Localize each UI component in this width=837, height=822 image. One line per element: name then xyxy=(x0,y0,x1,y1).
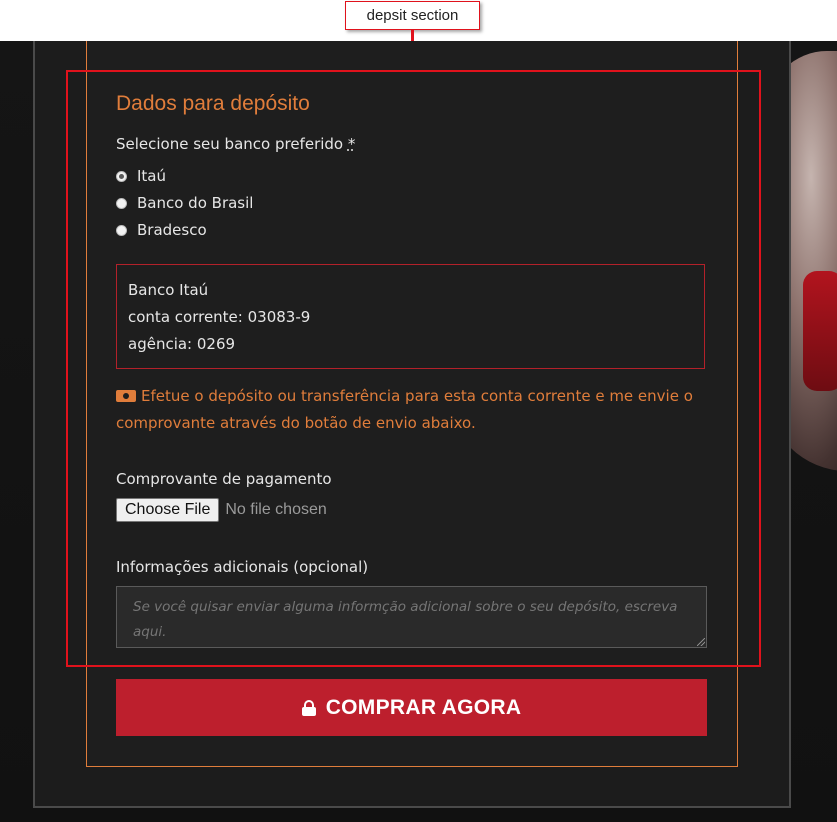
payment-proof-label: Comprovante de pagamento xyxy=(116,470,332,488)
background-photo-accent xyxy=(803,271,837,391)
radio-button[interactable] xyxy=(116,224,127,236)
bank-select-label: Selecione seu banco preferido * xyxy=(116,135,355,153)
choose-file-button[interactable]: Choose File xyxy=(116,498,220,522)
money-icon xyxy=(116,390,136,402)
account-number: conta corrente: 03083-9 xyxy=(128,308,311,326)
radio-button[interactable] xyxy=(116,170,127,182)
deposit-notice-text: Efetue o depósito ou transferência para … xyxy=(116,387,693,432)
bank-option-itau[interactable]: Itaú xyxy=(116,167,166,185)
bank-option-label: Bradesco xyxy=(137,221,207,239)
deposit-notice: Efetue o depósito ou transferência para … xyxy=(116,383,706,437)
buy-now-button[interactable]: COMPRAR AGORA xyxy=(116,679,707,736)
resize-handle-icon[interactable] xyxy=(697,638,705,646)
file-upload: Choose File No file chosen xyxy=(116,498,327,522)
bank-option-label: Itaú xyxy=(137,167,167,185)
annotation-label: depsit section xyxy=(366,7,459,24)
radio-button[interactable] xyxy=(116,197,127,209)
lock-icon xyxy=(301,699,316,716)
bank-name: Banco Itaú xyxy=(128,281,209,299)
bank-info-box: Banco Itaú conta corrente: 03083-9 agênc… xyxy=(116,264,705,369)
section-title: Dados para depósito xyxy=(116,92,310,115)
additional-info-textarea[interactable] xyxy=(116,586,707,648)
buy-now-label: COMPRAR AGORA xyxy=(325,695,522,719)
additional-info-label: Informações adicionais (opcional) xyxy=(116,558,369,576)
file-status: No file chosen xyxy=(225,501,327,518)
required-marker: * xyxy=(347,135,356,153)
bank-option-bradesco[interactable]: Bradesco xyxy=(116,221,207,239)
annotation-callout: depsit section xyxy=(345,1,480,30)
bank-option-banco-do-brasil[interactable]: Banco do Brasil xyxy=(116,194,253,212)
bank-select-label-text: Selecione seu banco preferido xyxy=(116,135,344,153)
agency-number: agência: 0269 xyxy=(128,335,236,353)
bank-option-label: Banco do Brasil xyxy=(137,194,254,212)
